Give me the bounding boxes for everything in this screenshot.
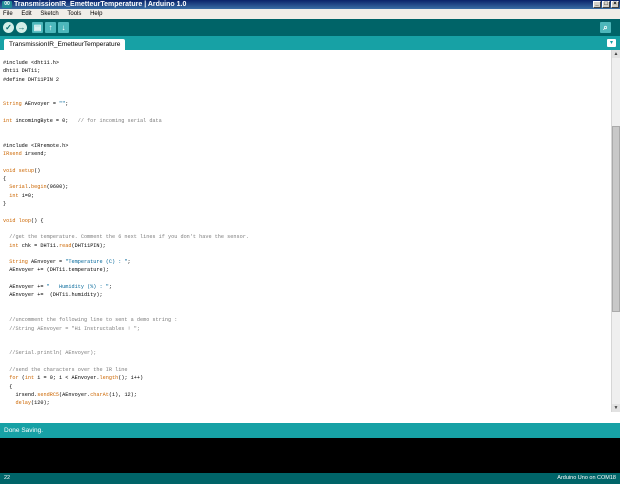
code-editor[interactable]: #include <dht11.h> dht11 DHT11; #define …	[0, 50, 611, 412]
code-line[interactable]: dht11 DHT11;	[3, 68, 40, 74]
close-button[interactable]: ×	[611, 1, 619, 8]
code-line[interactable]: void loop() {	[3, 218, 43, 224]
scroll-up-arrow-icon[interactable]: ▲	[612, 50, 620, 58]
menu-tools[interactable]: Tools	[67, 11, 81, 17]
upload-icon[interactable]: →	[16, 22, 27, 33]
minimize-button[interactable]: _	[593, 1, 601, 8]
code-line[interactable]: {	[3, 384, 12, 390]
code-text[interactable]: #include <dht11.h> dht11 DHT11; #define …	[3, 59, 249, 407]
code-line[interactable]: //get the temperature. Comment the 6 nex…	[3, 234, 249, 240]
code-line[interactable]: Serial.begin(9600);	[3, 184, 68, 190]
code-line[interactable]: //String AEnvoyer = "Hi Instructables ! …	[3, 326, 140, 332]
console-output[interactable]	[0, 438, 620, 473]
scroll-down-arrow-icon[interactable]: ▼	[612, 404, 620, 412]
vertical-scrollbar[interactable]: ▲ ▼	[611, 50, 620, 412]
tab-bar: TransmissionIR_EmetteurTemperature ▾	[0, 36, 620, 50]
code-line[interactable]: AEnvoyer += " Humidity (%) : ";	[3, 284, 112, 290]
maximize-button[interactable]: □	[602, 1, 610, 8]
menu-file[interactable]: File	[3, 11, 13, 17]
open-sketch-icon[interactable]: ↑	[45, 22, 56, 33]
code-line[interactable]: String AEnvoyer = "Temperature (C) : ";	[3, 259, 130, 265]
save-sketch-icon[interactable]: ↓	[58, 22, 69, 33]
menu-help[interactable]: Help	[90, 11, 102, 17]
code-line[interactable]: //send the characters over the IR line	[3, 367, 127, 373]
arduino-app-icon: 00	[2, 1, 12, 8]
code-line[interactable]: AEnvoyer += (DHT11.humidity);	[3, 292, 102, 298]
code-line[interactable]: //Serial.println( AEnvoyer);	[3, 350, 96, 356]
code-line[interactable]: delay(120);	[3, 400, 49, 406]
editor-bottom-strip	[0, 412, 620, 423]
tab-sketch[interactable]: TransmissionIR_EmetteurTemperature	[4, 39, 126, 50]
board-info: Arduino Uno on COM18	[557, 475, 616, 481]
toolbar: ✓ → ▤ ↑ ↓ ⌕	[0, 19, 620, 36]
code-line[interactable]: int incomingByte = 0; // for incoming se…	[3, 118, 162, 124]
line-number: 22	[4, 475, 11, 481]
window-title: TransmissionIR_EmetteurTemperature | Ard…	[14, 1, 187, 8]
code-line[interactable]: int chk = DHT11.read(DHT11PIN);	[3, 243, 106, 249]
status-message: Done Saving.	[4, 427, 44, 434]
code-line[interactable]: {	[3, 176, 6, 182]
new-sketch-icon[interactable]: ▤	[32, 22, 43, 33]
code-line[interactable]: #define DHT11PIN 2	[3, 77, 59, 83]
code-line[interactable]: //uncomment the following line to sent a…	[3, 317, 177, 323]
verify-icon[interactable]: ✓	[3, 22, 14, 33]
footer-bar: 22 Arduino Uno on COM18	[0, 473, 620, 484]
title-bar: 00 TransmissionIR_EmetteurTemperature | …	[0, 0, 620, 9]
scrollbar-thumb[interactable]	[612, 126, 620, 312]
window-controls: _ □ ×	[593, 1, 619, 8]
serial-monitor-icon[interactable]: ⌕	[600, 22, 611, 33]
code-line[interactable]: }	[3, 201, 6, 207]
code-line[interactable]: IRsend irsend;	[3, 151, 47, 157]
code-line[interactable]: #include <dht11.h>	[3, 60, 59, 66]
code-line[interactable]: irsend.sendRC5(AEnvoyer.charAt(i), 12);	[3, 392, 136, 398]
code-line[interactable]: for (int i = 0; i < AEnvoyer.length(); i…	[3, 375, 143, 381]
code-line[interactable]: String AEnvoyer = "";	[3, 101, 68, 107]
code-line[interactable]: #include <IRremote.h>	[3, 143, 68, 149]
code-line[interactable]: AEnvoyer += (DHT11.temperature);	[3, 267, 109, 273]
status-bar: Done Saving.	[0, 423, 620, 438]
code-line[interactable]: int i=0;	[3, 193, 34, 199]
code-line[interactable]: void setup()	[3, 168, 40, 174]
menu-edit[interactable]: Edit	[21, 11, 31, 17]
tab-menu-icon[interactable]: ▾	[607, 39, 616, 47]
menu-sketch[interactable]: Sketch	[40, 11, 58, 17]
